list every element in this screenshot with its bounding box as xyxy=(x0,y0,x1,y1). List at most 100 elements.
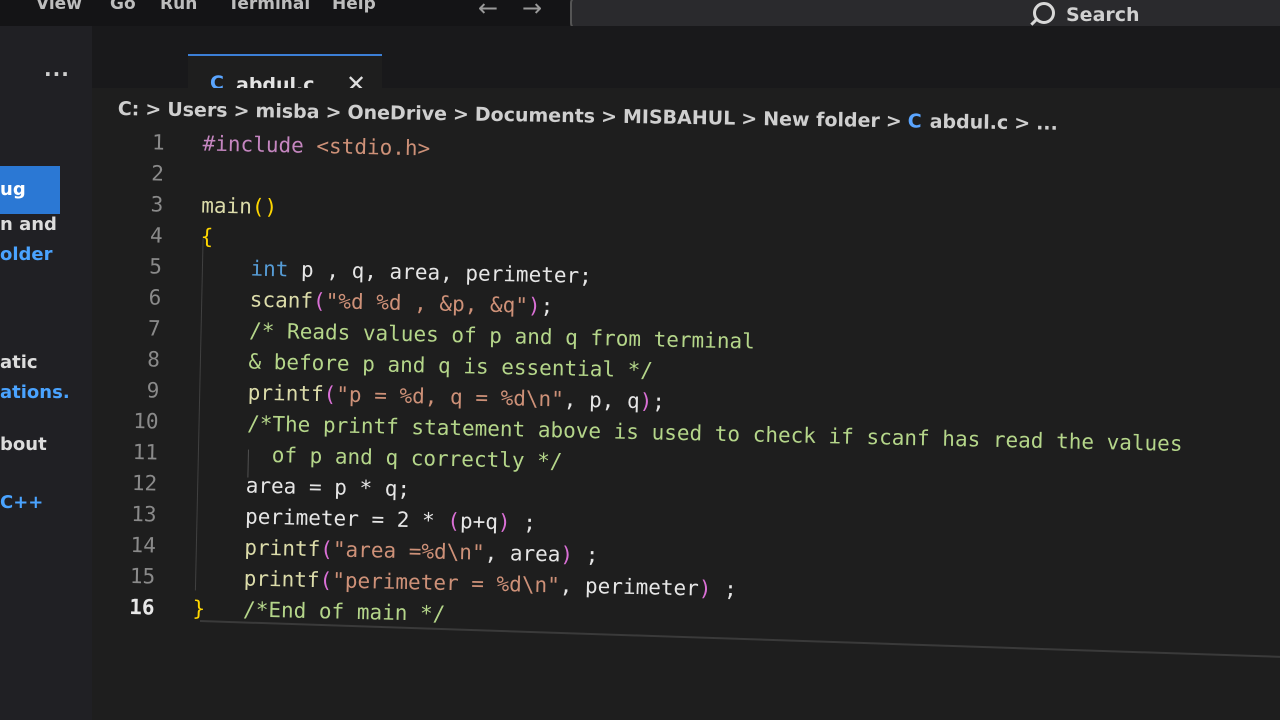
code-token: , area xyxy=(484,540,561,567)
code-token: ) xyxy=(639,389,653,414)
breadcrumb-separator: > xyxy=(233,99,250,123)
breadcrumb-separator: > xyxy=(1014,112,1031,135)
code-line[interactable]: 12 area = p * q; xyxy=(127,468,411,501)
line-number: 15 xyxy=(129,563,156,589)
search-icon xyxy=(1033,2,1055,24)
breadcrumb-separator: > xyxy=(600,105,618,128)
run-and-debug-button[interactable]: ug xyxy=(0,166,60,214)
line-number: 2 xyxy=(151,161,165,186)
code-token: int xyxy=(199,255,302,282)
code-token: scanf xyxy=(199,286,314,313)
menu-run[interactable]: Run xyxy=(160,0,197,14)
breadcrumb-documents[interactable]: Documents xyxy=(475,104,596,128)
code-token: ( xyxy=(319,568,333,593)
menu-help[interactable]: Help xyxy=(332,0,376,14)
code-token: ; xyxy=(652,389,666,414)
breadcrumb-separator: > xyxy=(145,98,162,121)
code-line[interactable]: 11 of p and q correctly */ xyxy=(128,437,562,473)
code-line[interactable]: 16} /*End of main */ xyxy=(124,592,446,626)
line-number: 10 xyxy=(133,409,159,434)
code-token: ; xyxy=(510,510,537,535)
code-token: ; xyxy=(711,576,738,602)
c-file-icon: C xyxy=(907,110,922,133)
code-token: { xyxy=(200,224,214,249)
sidebar-text-1: n and xyxy=(0,214,57,235)
code-token: , perimeter xyxy=(559,573,700,601)
code-line[interactable]: 15 printf("perimeter = %d\n", perimeter)… xyxy=(125,561,737,601)
code-line[interactable]: 6 scanf("%d %d , &p, &q"); xyxy=(131,282,553,318)
line-number: 3 xyxy=(150,192,164,217)
code-token: ( xyxy=(312,288,326,314)
code-line[interactable]: 10 /*The printf statement above is used … xyxy=(128,406,1183,456)
code-line[interactable]: 2 xyxy=(134,158,165,190)
menu-terminal[interactable]: Terminal xyxy=(228,0,310,14)
line-number: 1 xyxy=(151,130,165,155)
menu-go[interactable]: Go xyxy=(110,0,136,14)
code-token: ( xyxy=(447,508,461,534)
code-token: #include xyxy=(202,131,317,158)
line-number: 12 xyxy=(131,471,158,496)
code-token: "%d %d , &p, &q" xyxy=(325,289,529,318)
breadcrumb-drive[interactable]: C: xyxy=(118,98,140,120)
code-token: ; xyxy=(572,542,599,568)
cpp-link[interactable]: C++ xyxy=(0,492,43,513)
code-text: #include <stdio.h> xyxy=(202,128,430,164)
code-line[interactable]: 8 & before p and q is essential */ xyxy=(130,344,653,382)
code-token: "perimeter = %d\n" xyxy=(331,568,561,598)
code-token: <stdio.h> xyxy=(316,133,431,161)
sidebar: ··· ug n and older atic ations. bout C++ xyxy=(0,26,92,720)
code-line[interactable]: 1 #include <stdio.h> xyxy=(134,127,431,160)
search-label: Search xyxy=(1066,4,1140,26)
configurations-link[interactable]: ations. xyxy=(0,382,70,403)
code-token: p , q, area, perimeter; xyxy=(300,257,593,288)
code-token: } xyxy=(192,596,206,621)
forward-arrow-icon[interactable]: → xyxy=(522,0,542,22)
code-line[interactable]: 3 main() xyxy=(133,189,277,221)
code-token: of p and q correctly */ xyxy=(195,441,563,474)
line-number: 4 xyxy=(149,223,163,248)
code-text: main() xyxy=(201,190,278,223)
code-token: printf xyxy=(193,534,321,562)
code-token: area = p * q; xyxy=(194,472,411,502)
breadcrumb-symbols[interactable]: ... xyxy=(1036,112,1058,134)
line-number: 11 xyxy=(132,440,159,465)
code-token: "p = %d, q = %d\n" xyxy=(336,382,565,412)
code-line[interactable]: 5 int p , q, area, perimeter; xyxy=(132,251,592,288)
breadcrumb-misba[interactable]: misba xyxy=(255,100,319,123)
code-token: p+q xyxy=(459,509,499,535)
code-token: printf xyxy=(192,565,320,593)
line-number: 9 xyxy=(146,378,160,403)
breadcrumb-separator: > xyxy=(741,107,758,131)
code-token: ) xyxy=(527,293,541,318)
code-token: perimeter = 2 * xyxy=(194,503,448,533)
breadcrumb-new-folder[interactable]: New folder xyxy=(763,108,880,132)
code-line[interactable]: 13 perimeter = 2 * (p+q) ; xyxy=(126,499,536,535)
code-token: ; xyxy=(540,293,554,319)
code-line[interactable]: 9 printf("p = %d, q = %d\n", p, q); xyxy=(129,375,665,413)
code-line[interactable]: 4{ xyxy=(132,220,214,252)
tab-bar: C abdul.c ✕ xyxy=(92,26,1280,118)
breadcrumb-onedrive[interactable]: OneDrive xyxy=(347,102,447,126)
code-token: ( xyxy=(320,537,334,562)
code-token: ) xyxy=(698,576,712,601)
menu-view[interactable]: View xyxy=(36,0,82,14)
more-actions-icon[interactable]: ··· xyxy=(44,62,70,86)
code-text: area = p * q; xyxy=(195,469,411,505)
open-folder-link[interactable]: older xyxy=(0,244,53,265)
line-number: 16 xyxy=(128,594,155,620)
breadcrumb-separator: > xyxy=(885,110,902,133)
breadcrumb-misbahul[interactable]: MISBAHUL xyxy=(623,106,736,130)
back-arrow-icon[interactable]: ← xyxy=(478,0,498,22)
line-number: 14 xyxy=(130,533,157,558)
breadcrumb-separator: > xyxy=(452,103,470,126)
code-token: ) xyxy=(497,510,511,535)
code-token: main xyxy=(201,193,253,219)
code-token: ) xyxy=(560,542,574,567)
breadcrumb-users[interactable]: Users xyxy=(167,99,228,122)
breadcrumb-file[interactable]: abdul.c xyxy=(930,111,1009,134)
code-line[interactable]: 14 printf("area =%d\n", area) ; xyxy=(126,530,598,567)
code-view[interactable]: 1 #include <stdio.h> 2 3 main() 4{5 int p , q… xyxy=(124,127,1235,651)
sidebar-text-2: atic xyxy=(0,352,38,373)
code-line[interactable]: 7 /* Reads values of p and q from termin… xyxy=(130,313,755,353)
code-token: , p, q xyxy=(563,387,640,414)
